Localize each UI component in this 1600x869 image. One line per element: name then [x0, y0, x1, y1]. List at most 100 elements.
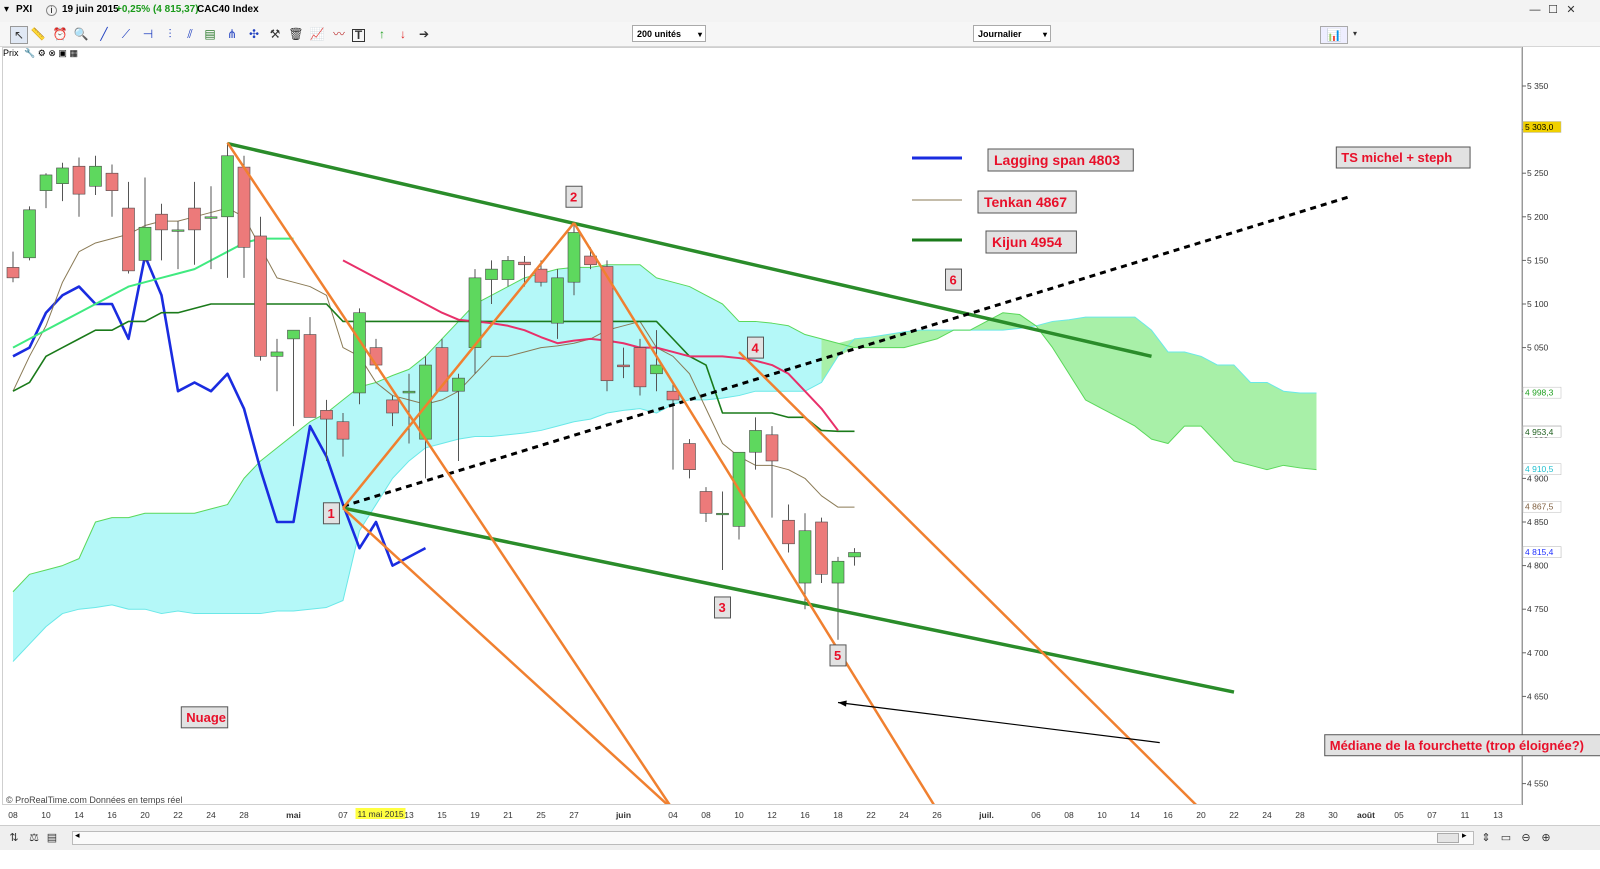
- x-tick-label: 11 mai 2015: [358, 809, 404, 819]
- candle-body[interactable]: [89, 165, 102, 187]
- wave-label[interactable]: 5: [829, 644, 847, 667]
- x-tick-label: juil.: [978, 810, 994, 820]
- candle-body[interactable]: [155, 213, 168, 231]
- candle-body[interactable]: [683, 443, 696, 470]
- candle-body[interactable]: [237, 166, 251, 248]
- wave-label[interactable]: 4: [747, 336, 764, 359]
- candle-body[interactable]: [39, 174, 53, 191]
- y-tick-label: 4 800: [1527, 561, 1549, 571]
- candle-body[interactable]: [798, 530, 812, 584]
- x-tick-label: 13: [404, 810, 414, 820]
- legend-entry[interactable]: Tenkan 4867: [977, 190, 1077, 214]
- legend-entry[interactable]: Kijun 4954: [985, 230, 1077, 254]
- candle-body[interactable]: [452, 377, 465, 392]
- zoom-in-icon[interactable]: ⊕: [1538, 830, 1554, 846]
- candle-body[interactable]: [270, 351, 284, 357]
- y-tick-label: 4 700: [1527, 648, 1549, 658]
- scroll-right-icon[interactable]: ▸: [1462, 830, 1467, 841]
- x-tick-label: 22: [173, 810, 183, 820]
- candle-body[interactable]: [485, 268, 498, 280]
- x-tick-label: 11: [1461, 810, 1470, 820]
- x-tick-label: 24: [1262, 810, 1272, 820]
- candle-body[interactable]: [23, 209, 36, 259]
- annotation-label[interactable]: TS michel + steph: [1335, 146, 1471, 169]
- compare-icon[interactable]: ⚖: [26, 830, 42, 846]
- candle-body[interactable]: [666, 390, 680, 401]
- y-tick-label: 5 350: [1527, 81, 1549, 91]
- wave-label[interactable]: 1: [322, 502, 340, 525]
- x-tick-label: juin: [615, 810, 631, 820]
- candle-body[interactable]: [72, 165, 86, 195]
- wave-label[interactable]: 6: [945, 268, 962, 291]
- annotation-label[interactable]: Nuage: [180, 706, 229, 729]
- candle-body[interactable]: [633, 347, 647, 388]
- price-flag-label: 4 953,4: [1525, 427, 1554, 437]
- series-line: [12, 237, 294, 349]
- candle-body[interactable]: [518, 261, 531, 266]
- candle-body[interactable]: [716, 512, 729, 516]
- candle-body[interactable]: [171, 229, 185, 232]
- candle-body[interactable]: [204, 216, 218, 219]
- trendline[interactable]: [342, 507, 673, 810]
- price-flag-label: 4 815,4: [1525, 547, 1554, 557]
- horizontal-scrollbar[interactable]: ◂ ▸: [72, 830, 1474, 845]
- trendline[interactable]: [572, 222, 937, 810]
- x-tick-label: 20: [1196, 810, 1206, 820]
- candle-body[interactable]: [749, 430, 762, 453]
- calendar-icon[interactable]: ▤: [44, 830, 60, 846]
- candle-body[interactable]: [815, 521, 828, 575]
- price-chart[interactable]: 5 3505 3005 2505 2005 1505 1005 0505 000…: [0, 0, 1600, 825]
- candle-body[interactable]: [534, 268, 548, 283]
- y-tick-label: 5 100: [1527, 299, 1549, 309]
- candle-body[interactable]: [320, 410, 333, 420]
- scroll-thumb[interactable]: [1437, 833, 1459, 843]
- x-tick-label: 10: [734, 810, 744, 820]
- candle-body[interactable]: [105, 172, 119, 191]
- x-tick-label: 30: [1328, 810, 1338, 820]
- candle-body[interactable]: [386, 399, 399, 414]
- candle-body[interactable]: [303, 334, 317, 418]
- x-tick-label: août: [1357, 810, 1375, 820]
- candle-body[interactable]: [353, 312, 366, 394]
- candle-body[interactable]: [782, 519, 795, 545]
- x-tick-label: 10: [1097, 810, 1107, 820]
- trendlines: [226, 141, 1350, 810]
- x-tick-label: 24: [206, 810, 216, 820]
- candle-body[interactable]: [617, 364, 630, 368]
- candle-body[interactable]: [56, 167, 69, 184]
- candle-body[interactable]: [831, 560, 845, 584]
- candle-body[interactable]: [369, 347, 383, 366]
- price-flag-label: 4 910,5: [1525, 464, 1554, 474]
- annotation-label[interactable]: Médiane de la fourchette (trop éloignée?…: [1324, 734, 1600, 757]
- candle-body[interactable]: [402, 390, 416, 394]
- candle-body[interactable]: [138, 226, 152, 261]
- wave-label[interactable]: 2: [565, 185, 583, 208]
- candle-body[interactable]: [221, 155, 234, 218]
- y-tick-label: 4 750: [1527, 604, 1549, 614]
- candle-body[interactable]: [699, 491, 713, 514]
- candle-body[interactable]: [765, 434, 779, 462]
- candle-body[interactable]: [468, 277, 482, 348]
- scroll-left-icon[interactable]: ◂: [75, 830, 80, 841]
- bar-style-icon[interactable]: ⇅: [6, 830, 22, 846]
- annotation-arrowhead: [838, 700, 847, 707]
- candle-body[interactable]: [501, 260, 515, 280]
- cloud-bearish: [13, 264, 1020, 662]
- candle-body[interactable]: [848, 552, 861, 558]
- candle-body[interactable]: [650, 364, 663, 375]
- candle-body[interactable]: [551, 277, 564, 324]
- candle-body[interactable]: [287, 329, 300, 340]
- candle-body[interactable]: [188, 207, 201, 231]
- legend-entry[interactable]: Lagging span 4803: [987, 148, 1134, 172]
- candle-body[interactable]: [254, 235, 267, 357]
- wave-label[interactable]: 3: [714, 596, 731, 619]
- annotation-label-text: Nuage: [186, 710, 226, 725]
- zoom-scale-icon[interactable]: ⇕: [1478, 830, 1494, 846]
- candle-body[interactable]: [122, 207, 135, 272]
- candle-body[interactable]: [567, 232, 581, 283]
- candle-body[interactable]: [6, 267, 20, 279]
- candle-body[interactable]: [336, 421, 350, 440]
- fit-icon[interactable]: ▭: [1498, 830, 1514, 846]
- y-tick-label: 4 650: [1527, 691, 1549, 701]
- zoom-out-icon[interactable]: ⊖: [1518, 830, 1534, 846]
